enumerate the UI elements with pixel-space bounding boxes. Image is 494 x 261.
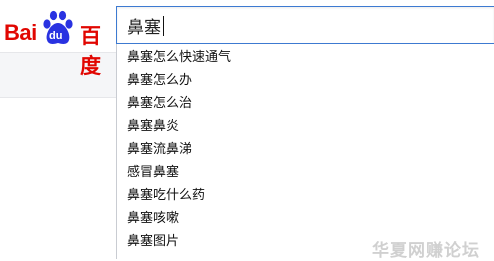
watermark-text: 华夏网赚论坛 (372, 241, 480, 261)
logo-text-du: du (49, 30, 63, 42)
baidu-logo[interactable]: Bai du 百度 (2, 6, 114, 78)
text-caret (163, 16, 164, 36)
suggestion-item[interactable]: 鼻塞流鼻涕 (117, 138, 494, 161)
search-box[interactable] (116, 6, 494, 44)
suggestion-item[interactable]: 鼻塞怎么办 (117, 69, 494, 92)
logo-text-cn: 百度 (80, 24, 101, 78)
suggestion-item[interactable]: 鼻塞鼻炎 (117, 115, 494, 138)
paw-icon (43, 10, 73, 44)
suggestion-dropdown: 鼻塞怎么快速通气 鼻塞怎么办 鼻塞怎么治 鼻塞鼻炎 鼻塞流鼻涕 感冒鼻塞 鼻塞吃… (116, 44, 494, 259)
suggestion-item[interactable]: 鼻塞怎么治 (117, 92, 494, 115)
suggestion-item[interactable]: 鼻塞吃什么药 (117, 184, 494, 207)
suggestion-item[interactable]: 感冒鼻塞 (117, 161, 494, 184)
suggestion-item[interactable]: 鼻塞怎么快速通气 (117, 46, 494, 69)
logo-text-bai: Bai (4, 20, 37, 45)
suggestion-item[interactable]: 鼻塞咳嗽 (117, 207, 494, 230)
search-input[interactable] (117, 7, 494, 43)
